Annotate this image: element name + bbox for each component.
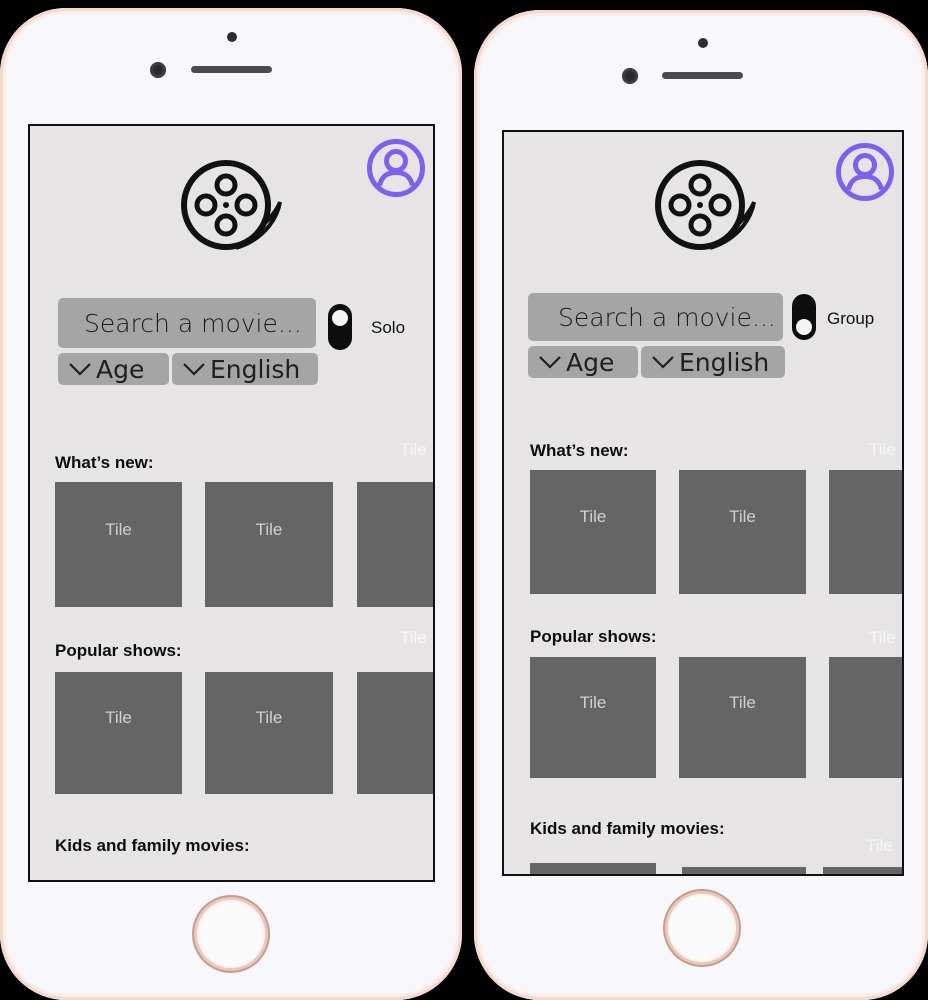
- front-camera: [150, 62, 166, 78]
- chevron-down-icon: [183, 363, 205, 376]
- film-reel-icon: [655, 160, 756, 250]
- screen-right: Search a movie... Group Age English Tile…: [502, 130, 904, 876]
- toggle-label: Solo: [371, 318, 406, 337]
- chevron-down-icon: [69, 363, 91, 376]
- movie-tile[interactable]: [530, 863, 656, 874]
- search-input[interactable]: Search a movie...: [528, 293, 783, 341]
- front-camera: [622, 68, 638, 84]
- age-filter-label: Age: [96, 354, 145, 384]
- ghost-tile-label: Tile: [869, 440, 896, 459]
- home-button[interactable]: [197, 900, 265, 968]
- front-sensor: [227, 32, 237, 42]
- movie-tile[interactable]: [823, 867, 902, 874]
- language-filter-label: English: [210, 354, 301, 384]
- movie-tile[interactable]: Tile: [679, 657, 806, 778]
- earpiece-speaker: [191, 66, 272, 73]
- film-reel-icon: [181, 160, 282, 250]
- front-sensor: [698, 38, 708, 48]
- screen-left: Search a movie... Solo Age English Tile …: [28, 124, 435, 882]
- ghost-tile-label: Tile: [400, 628, 427, 647]
- movie-tile[interactable]: Tile: [55, 482, 182, 607]
- movie-tile[interactable]: Tile: [679, 470, 806, 594]
- solo-group-toggle[interactable]: [792, 294, 816, 340]
- ghost-tile-label: Tile: [400, 440, 427, 459]
- profile-icon[interactable]: [835, 142, 895, 202]
- age-filter-dropdown[interactable]: Age: [528, 346, 638, 378]
- movie-tile[interactable]: [682, 867, 806, 874]
- ghost-tile-label: Tile: [866, 836, 893, 855]
- chevron-down-icon: [539, 356, 561, 369]
- chevron-down-icon: [652, 356, 674, 369]
- section-title-kids-family: Kids and family movies:: [530, 819, 725, 838]
- language-filter-label: English: [679, 347, 770, 377]
- toggle-label: Group: [827, 309, 875, 328]
- movie-tile[interactable]: Tile: [55, 672, 182, 794]
- toggle-knob: [332, 310, 348, 326]
- section-title-kids-family: Kids and family movies:: [55, 836, 250, 855]
- search-input[interactable]: Search a movie...: [58, 298, 316, 348]
- language-filter-dropdown[interactable]: English: [641, 346, 785, 378]
- movie-tile[interactable]: Tile: [205, 672, 333, 794]
- movie-tile[interactable]: [829, 470, 902, 594]
- home-button[interactable]: [668, 894, 736, 962]
- section-title-whats-new: What’s new:: [530, 441, 629, 460]
- language-filter-dropdown[interactable]: English: [172, 353, 318, 385]
- age-filter-dropdown[interactable]: Age: [58, 353, 169, 385]
- section-title-whats-new: What’s new:: [55, 453, 154, 472]
- movie-tile[interactable]: [357, 672, 433, 794]
- profile-icon[interactable]: [366, 138, 426, 198]
- section-title-popular-shows: Popular shows:: [530, 627, 657, 646]
- toggle-knob: [796, 319, 812, 335]
- section-title-popular-shows: Popular shows:: [55, 641, 182, 660]
- age-filter-label: Age: [566, 347, 615, 377]
- solo-group-toggle[interactable]: [328, 304, 352, 350]
- movie-tile[interactable]: [357, 482, 433, 607]
- movie-tile[interactable]: Tile: [530, 470, 656, 594]
- movie-tile[interactable]: Tile: [530, 657, 656, 778]
- earpiece-speaker: [662, 72, 743, 79]
- movie-tile[interactable]: Tile: [205, 482, 333, 607]
- ghost-tile-label: Tile: [869, 628, 896, 647]
- movie-tile[interactable]: [829, 657, 902, 778]
